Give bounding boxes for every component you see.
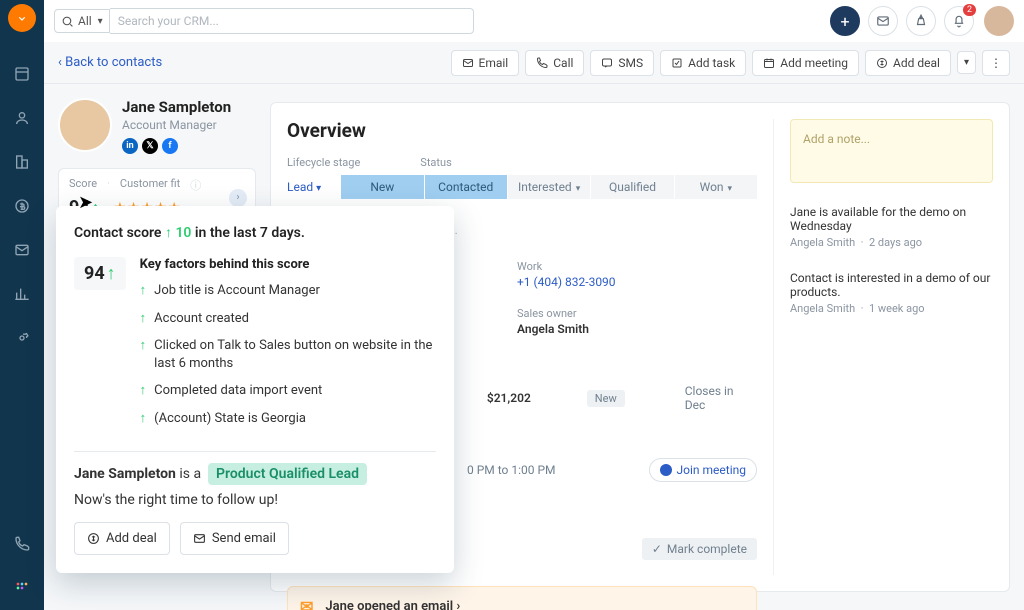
activity-title: Contact is interested in a demo of our p… [790, 271, 993, 299]
deals-icon[interactable] [8, 192, 36, 220]
add-note-input[interactable]: Add a note... [790, 119, 993, 183]
inbox-icon[interactable] [868, 6, 898, 36]
customer-fit-label: Customer fit [120, 177, 180, 193]
x-twitter-icon[interactable]: 𝕏 [142, 138, 158, 154]
popover-add-deal-button[interactable]: Add deal [74, 522, 170, 555]
score-label: Score [69, 177, 97, 193]
email-activity-title: Jane opened an email › [325, 599, 460, 610]
mail-open-icon: ✉ [300, 597, 313, 610]
add-meeting-button[interactable]: Add meeting [752, 50, 859, 76]
stage-contacted[interactable]: Contacted [425, 175, 507, 199]
stage-won[interactable]: Won▾ [675, 175, 757, 199]
search-input[interactable] [110, 8, 475, 34]
mail-icon[interactable] [8, 236, 36, 264]
call-button[interactable]: Call [525, 50, 584, 76]
back-to-contacts-link[interactable]: Back to contacts [58, 55, 162, 70]
info-icon[interactable]: ⓘ [190, 177, 201, 193]
more-menu-button[interactable]: ⋮ [982, 50, 1010, 76]
alerts-icon[interactable] [906, 6, 936, 36]
search-scope-label: All [78, 14, 92, 28]
notification-count: 2 [963, 4, 976, 16]
dashboard-icon[interactable] [8, 60, 36, 88]
mark-complete-button[interactable]: ✓ Mark complete [642, 538, 757, 560]
lifecycle-stage-selector[interactable]: Lead▾ [287, 180, 321, 194]
notifications-icon[interactable]: 2 [944, 6, 974, 36]
popover-score-badge: 94↑ [74, 257, 126, 290]
add-deal-dropdown[interactable]: ▾ [957, 51, 976, 74]
add-task-button[interactable]: Add task [660, 50, 746, 76]
overview-title: Overview [287, 119, 757, 142]
search-scope-selector[interactable]: All ▾ [54, 9, 110, 33]
followup-hint: Now's the right time to follow up! [74, 492, 436, 508]
accounts-icon[interactable] [8, 148, 36, 176]
activity-item[interactable]: Jane is available for the demo on Wednes… [790, 205, 993, 249]
popover-headline: Contact score ↑ 10 in the last 7 days. [74, 224, 436, 241]
stage-interested[interactable]: Interested▾ [508, 175, 590, 199]
contacts-icon[interactable] [8, 104, 36, 132]
add-deal-button[interactable]: Add deal [865, 50, 951, 76]
score-factor: ↑Job title is Account Manager [140, 282, 436, 300]
key-factors-heading: Key factors behind this score [140, 257, 436, 272]
facebook-icon[interactable]: f [162, 138, 178, 154]
action-bar: Back to contacts Email Call SMS Add task… [44, 42, 1024, 84]
popover-message: Jane Sampleton is a Product Qualified Le… [74, 466, 436, 482]
contact-role: Account Manager [122, 118, 231, 132]
linkedin-icon[interactable]: in [122, 138, 138, 154]
activity-title: Jane is available for the demo on Wednes… [790, 205, 993, 233]
up-arrow-icon: ↑ [107, 263, 116, 284]
sales-owner-label: Sales owner [517, 307, 589, 320]
popover-send-email-button[interactable]: Send email [180, 522, 289, 555]
contact-score-popover: Contact score ↑ 10 in the last 7 days. 9… [56, 206, 454, 573]
contact-name: Jane Sampleton [122, 98, 231, 116]
pql-badge: Product Qualified Lead [208, 463, 367, 485]
score-factor: ↑Account created [140, 310, 436, 328]
deal-amount: $21,202 [487, 391, 587, 405]
contact-phone[interactable]: +1 (404) 832-3090 [517, 275, 616, 289]
apps-icon[interactable] [8, 574, 36, 602]
reports-icon[interactable] [8, 280, 36, 308]
stage-new[interactable]: New [341, 175, 423, 199]
video-icon [660, 464, 672, 476]
status-pipeline: New Contacted Interested▾ Qualified Won▾ [341, 175, 757, 199]
lifecycle-stage-label: Lifecycle stage [287, 156, 360, 169]
email-button[interactable]: Email [451, 50, 520, 76]
sms-button[interactable]: SMS [590, 50, 654, 76]
deal-stage-badge: New [587, 390, 625, 407]
app-logo[interactable] [8, 4, 36, 32]
deal-close-date: Closes in Dec [685, 384, 757, 412]
meeting-time: 0 PM to 1:00 PM [467, 463, 556, 477]
left-nav [0, 0, 44, 610]
expand-score-button[interactable]: › [229, 189, 247, 207]
sales-owner-value: Angela Smith [517, 322, 589, 336]
phone-icon[interactable] [8, 530, 36, 558]
up-arrow-icon: ↑ [165, 225, 172, 241]
join-meeting-button[interactable]: Join meeting [649, 458, 757, 482]
user-avatar[interactable] [984, 6, 1014, 36]
global-add-button[interactable]: + [830, 6, 860, 36]
contact-avatar[interactable] [58, 98, 112, 152]
activity-item[interactable]: Contact is interested in a demo of our p… [790, 271, 993, 315]
score-factor: ↑Clicked on Talk to Sales button on webs… [140, 337, 436, 372]
status-label: Status [420, 156, 451, 169]
email-activity-card[interactable]: ✉ Jane opened an email › [287, 586, 757, 610]
work-phone-label: Work [517, 260, 616, 273]
chevron-down-icon: ▾ [98, 16, 103, 27]
score-factor: ↑(Account) State is Georgia [140, 410, 436, 428]
score-factor: ↑Completed data import event [140, 382, 436, 400]
topbar: All ▾ + 2 [44, 0, 1024, 42]
stage-qualified[interactable]: Qualified [591, 175, 673, 199]
settings-icon[interactable] [8, 324, 36, 352]
